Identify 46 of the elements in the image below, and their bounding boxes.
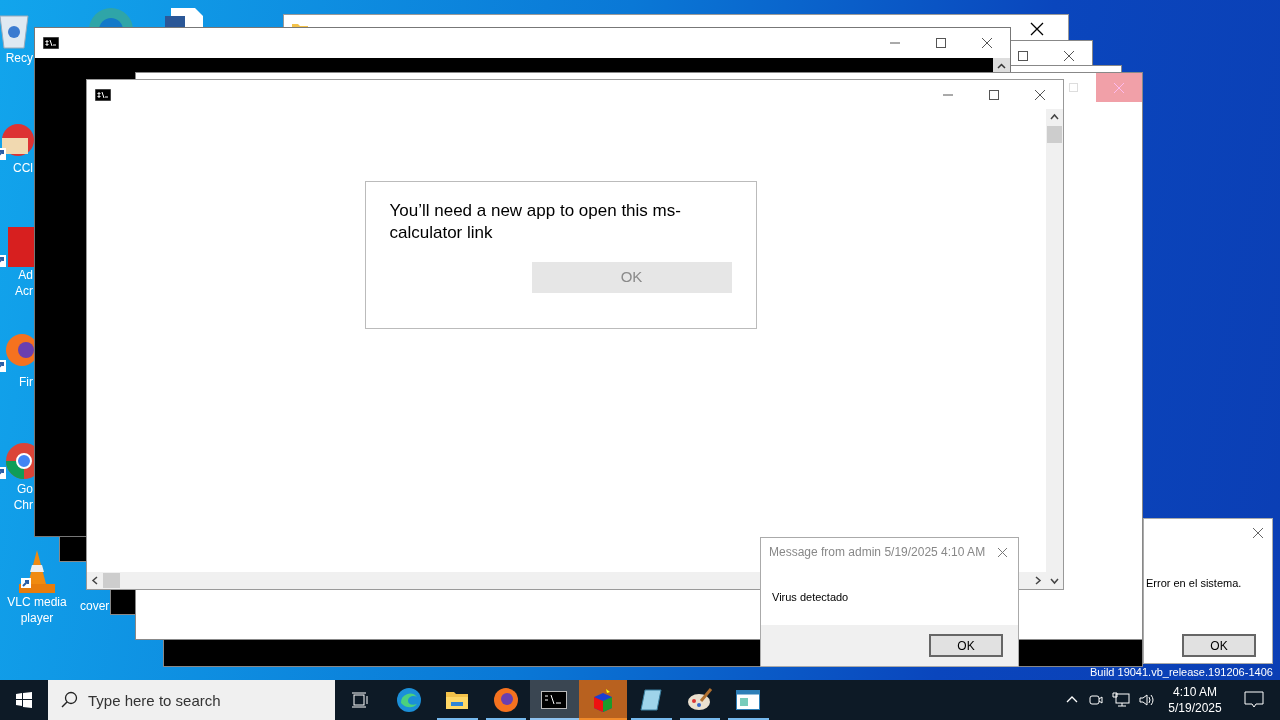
scrollbar-thumb[interactable]: [103, 573, 120, 588]
clock-time[interactable]: 4:10 AM: [1173, 684, 1217, 700]
console-icon: [541, 691, 568, 709]
taskbar-app[interactable]: [530, 680, 579, 720]
windows-icon: [16, 692, 32, 708]
message-title: Message from admin 5/19/2025 4:10 AM: [769, 544, 986, 561]
folder-icon: [445, 690, 470, 710]
window-icon: [736, 690, 761, 710]
scrollbar-thumb[interactable]: [1047, 126, 1062, 143]
console-icon: [95, 89, 111, 101]
document-icon[interactable]: [0, 227, 34, 267]
message-body: Virus detectado: [771, 590, 850, 605]
clock-date[interactable]: 5/19/2025: [1168, 700, 1222, 716]
close-icon[interactable]: [981, 37, 993, 49]
icon-label: Recy: [5, 50, 34, 66]
maximize-icon[interactable]: [935, 37, 947, 49]
icon-label: Go Chr: [13, 481, 34, 513]
ok-button[interactable]: OK: [929, 634, 1003, 657]
icon-label: VLC media player: [7, 594, 67, 626]
task-view-icon: [350, 690, 371, 710]
document-icon[interactable]: [165, 8, 205, 27]
build-info: Build 19041.vb_release.191206-1406: [1090, 665, 1273, 679]
icon-label: Ad Acr: [15, 267, 34, 299]
search-icon: [60, 691, 78, 709]
icon-label: Fir: [19, 374, 34, 390]
maximize-icon[interactable]: [988, 88, 1000, 101]
camera-icon[interactable]: [1088, 692, 1104, 708]
firefox-icon: [492, 687, 519, 713]
close-icon[interactable]: [1034, 88, 1046, 101]
close-icon[interactable]: [1063, 50, 1075, 62]
close-icon: [1113, 81, 1125, 94]
error-message: Error en el sistema.: [1145, 576, 1243, 591]
icon-label: CCl: [13, 160, 34, 176]
maximize-icon[interactable]: [1017, 50, 1029, 62]
scroll-up-icon[interactable]: [997, 63, 1006, 69]
search-field[interactable]: Type here to search: [48, 680, 335, 720]
palette-icon: [686, 687, 713, 713]
ok-button[interactable]: OK: [1182, 634, 1256, 657]
network-icon[interactable]: [1112, 692, 1130, 708]
notification-icon[interactable]: [1244, 691, 1264, 709]
console-icon: [43, 37, 59, 49]
dialog-message: You’ll need a new app to open this ms-calculator link: [389, 200, 682, 244]
icon-label: cover: [80, 598, 110, 614]
edge-icon: [395, 687, 422, 713]
volume-icon[interactable]: [1138, 692, 1156, 708]
notepad-icon: [639, 688, 664, 712]
